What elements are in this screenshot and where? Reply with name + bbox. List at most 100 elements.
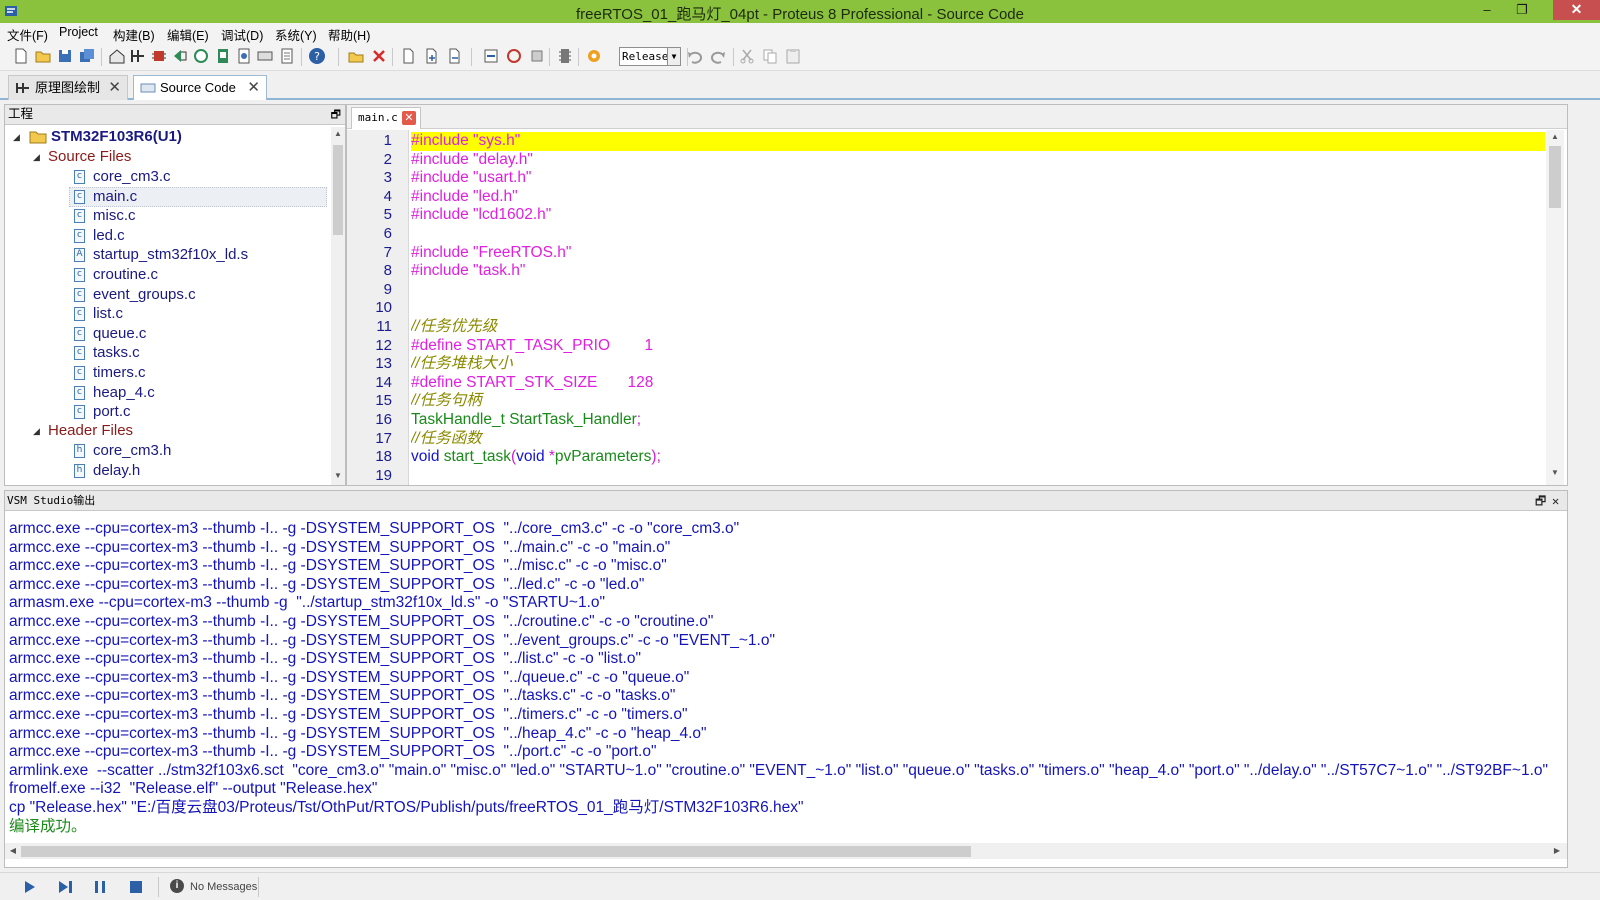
scroll-right-icon[interactable]: ▶ <box>1550 846 1564 855</box>
tree-file-item[interactable]: h delay.h <box>5 461 325 481</box>
bom-icon[interactable] <box>235 47 253 65</box>
tree-root[interactable]: ◢ STM32F103R6(U1) <box>5 127 325 147</box>
notes-icon[interactable] <box>278 47 296 65</box>
menu-file[interactable]: 文件(F) <box>7 25 48 44</box>
restore-button[interactable]: ❐ <box>1505 0 1539 20</box>
tree-group-source-files[interactable]: ◢ Source Files <box>5 147 325 167</box>
rebuild-project-icon[interactable] <box>505 47 523 65</box>
build-project-icon[interactable] <box>482 47 500 65</box>
code-line[interactable]: #include "task.h" <box>411 262 1545 281</box>
tab-schematic-capture[interactable]: 原理图绘制 ✕ <box>8 75 128 100</box>
play-icon[interactable] <box>20 878 38 896</box>
output-log[interactable]: armcc.exe --cpu=cortex-m3 --thumb -I.. -… <box>9 519 1565 837</box>
project-tree-scrollbar[interactable]: ▲ ▼ <box>331 127 345 485</box>
home-icon[interactable] <box>108 47 126 65</box>
menu-debug[interactable]: 调试(D) <box>221 25 263 44</box>
code-line[interactable]: TaskHandle_t StartTask_Handler; <box>411 411 1545 430</box>
code-line[interactable] <box>411 281 1545 300</box>
chip-icon[interactable] <box>556 47 574 65</box>
menu-system[interactable]: 系统(Y) <box>275 25 317 44</box>
code-line[interactable]: #define START_STK_SIZE 128 <box>411 374 1545 393</box>
code-line[interactable]: //任务堆栈大小 <box>411 355 1545 374</box>
collapse-triangle-icon[interactable]: ◢ <box>13 127 20 147</box>
tab-source-code[interactable]: Source Code ✕ <box>133 75 267 100</box>
code-line[interactable]: #include "usart.h" <box>411 169 1545 188</box>
paste-icon[interactable] <box>784 47 802 65</box>
code-line[interactable] <box>411 299 1545 318</box>
close-icon[interactable]: ✕ <box>247 76 260 100</box>
scroll-up-icon[interactable]: ▲ <box>331 129 345 138</box>
close-panel-icon[interactable]: ✕ <box>1552 492 1559 511</box>
tree-file-item[interactable]: c croutine.c <box>5 265 325 285</box>
tree-file-item[interactable]: c queue.c <box>5 324 325 344</box>
menu-help[interactable]: 帮助(H) <box>328 25 370 44</box>
save-icon[interactable] <box>56 47 74 65</box>
delete-icon[interactable] <box>370 47 388 65</box>
scroll-left-icon[interactable]: ◀ <box>6 846 20 855</box>
stop-icon[interactable] <box>127 878 145 896</box>
open-project-icon[interactable] <box>347 47 365 65</box>
scrollbar-thumb[interactable] <box>333 145 343 235</box>
code-line[interactable] <box>411 225 1545 244</box>
redo-icon[interactable] <box>709 47 727 65</box>
code-line[interactable]: //任务函数 <box>411 430 1545 449</box>
tree-file-item[interactable]: c list.c <box>5 304 325 324</box>
close-button[interactable]: ✕ <box>1553 0 1600 20</box>
undo-icon[interactable] <box>686 47 704 65</box>
status-message[interactable]: No Messages <box>190 879 257 895</box>
tree-file-item[interactable]: c led.c <box>5 226 325 246</box>
tree-file-item[interactable]: h core_cm3.h <box>5 441 325 461</box>
code-line[interactable]: void start_task(void *pvParameters); <box>411 448 1545 467</box>
remove-file-icon[interactable] <box>445 47 463 65</box>
tree-group-header-files[interactable]: ◢ Header Files <box>5 421 325 441</box>
open-folder-icon[interactable] <box>34 47 52 65</box>
settings-gear-icon[interactable] <box>585 47 603 65</box>
save-all-icon[interactable] <box>78 47 96 65</box>
code-line-current[interactable]: #include "sys.h" <box>411 132 1545 151</box>
scroll-up-icon[interactable]: ▲ <box>1548 132 1562 141</box>
scrollbar-thumb[interactable] <box>1549 146 1561 208</box>
code-line[interactable]: #include "delay.h" <box>411 151 1545 170</box>
pause-icon[interactable] <box>91 878 109 896</box>
restore-panel-icon[interactable]: 🗗 <box>331 106 341 125</box>
scroll-down-icon[interactable]: ▼ <box>1548 468 1562 477</box>
new-file-icon[interactable] <box>12 47 30 65</box>
new-source-icon[interactable] <box>399 47 417 65</box>
3d-view-icon[interactable] <box>171 47 189 65</box>
tree-file-item[interactable]: c event_groups.c <box>5 285 325 305</box>
code-line[interactable]: #define START_TASK_PRIO 1 <box>411 337 1545 356</box>
tree-file-item[interactable]: c core_cm3.c <box>5 167 325 187</box>
build-config-select[interactable]: Release ▼ <box>619 47 681 66</box>
code-line[interactable]: #include "led.h" <box>411 188 1545 207</box>
editor-tab-main-c[interactable]: main.c ✕ <box>351 107 421 129</box>
code-line[interactable]: #include "lcd1602.h" <box>411 206 1545 225</box>
tree-file-item[interactable]: c tasks.c <box>5 343 325 363</box>
step-icon[interactable] <box>56 878 74 896</box>
clean-project-icon[interactable] <box>528 47 546 65</box>
collapse-triangle-icon[interactable]: ◢ <box>33 421 40 441</box>
editor-scrollbar[interactable]: ▲ ▼ <box>1546 130 1564 485</box>
code-line[interactable]: //任务句柄 <box>411 392 1545 411</box>
gerber-icon[interactable] <box>192 47 210 65</box>
close-icon[interactable]: ✕ <box>402 111 416 125</box>
chevron-down-icon[interactable]: ▼ <box>667 48 680 65</box>
code-area[interactable]: #include "sys.h" #include "delay.h" #inclu… <box>411 130 1545 485</box>
cut-icon[interactable] <box>738 47 756 65</box>
menu-edit[interactable]: 编辑(E) <box>167 25 209 44</box>
scrollbar-thumb[interactable] <box>21 846 971 857</box>
menu-project[interactable]: Project <box>59 25 98 39</box>
design-explorer-icon[interactable] <box>214 47 232 65</box>
collapse-triangle-icon[interactable]: ◢ <box>33 147 40 167</box>
close-icon[interactable]: ✕ <box>108 76 121 100</box>
help-icon[interactable]: ? <box>308 47 326 65</box>
copy-icon[interactable] <box>761 47 779 65</box>
add-file-icon[interactable] <box>422 47 440 65</box>
tree-file-item[interactable]: c timers.c <box>5 363 325 383</box>
output-horizontal-scrollbar[interactable]: ◀ ▶ <box>5 843 1567 859</box>
schematic-icon[interactable] <box>129 47 147 65</box>
tree-file-item[interactable]: c heap_4.c <box>5 383 325 403</box>
pcb-icon[interactable] <box>150 47 168 65</box>
tree-file-item[interactable]: c main.c <box>5 186 327 207</box>
tree-file-item[interactable]: c port.c <box>5 402 325 422</box>
source-code-icon[interactable] <box>256 47 274 65</box>
